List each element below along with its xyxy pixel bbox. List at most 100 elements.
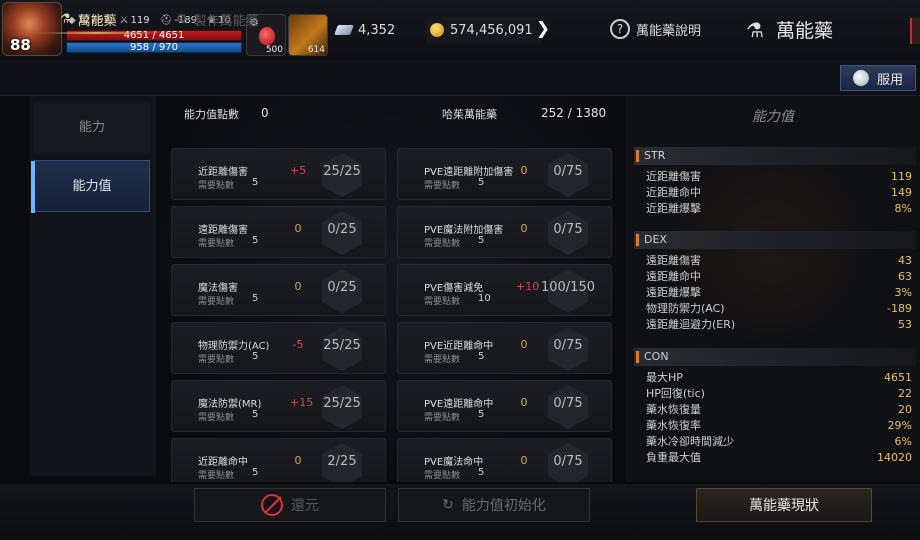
help-button[interactable]: ? 萬能藥說明 xyxy=(610,19,701,39)
stat-card[interactable]: 遠距離傷害 需要點數 5 0 0/25 xyxy=(171,206,386,258)
stat-row-value: 3% xyxy=(894,286,912,299)
gold-currency: 574,456,091 xyxy=(426,17,543,43)
stat-bonus: 0 xyxy=(520,454,528,467)
stat-row-value: 14020 xyxy=(877,451,912,464)
sidebar-item-label: 能力值 xyxy=(72,179,112,194)
gold-value: 574,456,091 xyxy=(450,22,533,38)
required-points-label: 需要點數 xyxy=(424,355,461,365)
restore-button[interactable]: 還元 xyxy=(194,488,386,522)
stat-card[interactable]: PVE近距離命中 需要點數 5 0 0/75 xyxy=(397,322,612,374)
required-points-value: 5 xyxy=(478,409,485,420)
craft-icon: ⚙ xyxy=(176,11,188,27)
stat-row-label: 遠距離爆擊 xyxy=(646,286,701,299)
stat-section: STR 近距離傷害 119 近距離命中 149 近距離爆擊 8% xyxy=(634,147,916,217)
sidebar-item-stats[interactable]: 能力值 xyxy=(31,160,150,213)
required-points-label: 需要點數 xyxy=(198,413,235,423)
stat-bonus: 0 xyxy=(520,222,528,235)
stat-card[interactable]: PVE遠距離命中 需要點數 5 0 0/75 xyxy=(397,380,612,432)
stat-row: HP回復(tic) 22 xyxy=(634,386,916,402)
required-points-label: 需要點數 xyxy=(198,471,235,481)
points-summary: 能力值點數 0 xyxy=(184,106,269,122)
stat-progress: 0/75 xyxy=(553,454,583,469)
stat-row: 遠距離爆擊 3% xyxy=(634,285,916,301)
elixir-summary: 哈茱萬能藥 252 / 1380 xyxy=(442,106,606,122)
stat-row-label: 藥水恢復量 xyxy=(646,403,701,416)
stat-row: 藥水恢復量 20 xyxy=(634,402,916,418)
stat-card[interactable]: 物理防禦力(AC) 需要點數 5 -5 25/25 xyxy=(171,322,386,374)
crystal-currency: 4,352 xyxy=(334,17,395,43)
elixir-value: 252 / 1380 xyxy=(541,106,607,120)
stat-row-value: 119 xyxy=(891,170,912,183)
stat-row: 藥水恢復率 29% xyxy=(634,418,916,434)
stat-row-value: 63 xyxy=(898,270,912,283)
stat-row: 近距離傷害 119 xyxy=(634,169,916,185)
stat-section-header: STR xyxy=(634,147,916,165)
stat-row-label: HP回復(tic) xyxy=(646,387,705,400)
stat-section-header: DEX xyxy=(634,231,916,249)
stat-name: PVE遠距離附加傷害 xyxy=(424,167,514,178)
active-tab-indicator xyxy=(36,32,158,34)
stat-row-value: 22 xyxy=(898,387,912,400)
sidebar: 能力 能力值 xyxy=(30,96,156,476)
stat-bonus: 0 xyxy=(294,280,302,293)
stat-progress: 0/75 xyxy=(553,164,583,179)
stat-card[interactable]: 魔法傷害 需要點數 5 0 0/25 xyxy=(171,264,386,316)
stat-progress: 0/25 xyxy=(327,280,357,295)
stat-card[interactable]: 魔法防禦(MR) 需要點數 5 +15 25/25 xyxy=(171,380,386,432)
stat-card[interactable]: 近距離傷害 需要點數 5 +5 25/25 xyxy=(171,148,386,200)
stat-card[interactable]: PVE傷害減免 需要點數 10 +10 100/150 xyxy=(397,264,612,316)
quick-slot-feather[interactable]: 614 xyxy=(288,14,328,56)
slot-count: 500 xyxy=(265,45,283,55)
stat-name: 魔法傷害 xyxy=(198,283,238,294)
stat-name: PVE傷害減免 xyxy=(424,283,484,294)
stat-progress: 0/75 xyxy=(553,396,583,411)
stat-name: 魔法防禦(MR) xyxy=(198,399,262,410)
required-points-value: 5 xyxy=(478,235,485,246)
stat-row: 負重最大值 14020 xyxy=(634,450,916,466)
stat-row: 遠距離迴避力(ER) 53 xyxy=(634,317,916,333)
points-label: 能力值點數 xyxy=(184,108,239,121)
stat-row: 藥水冷卻時間減少 6% xyxy=(634,434,916,450)
tab-craft-elixir[interactable]: ⚙ 製作萬能藥 xyxy=(176,6,259,32)
stat-bonus: -5 xyxy=(292,338,304,351)
reset-stats-button[interactable]: ↻ 能力值初始化 xyxy=(398,488,590,522)
tab-label: 萬能藥 xyxy=(77,13,117,29)
stat-row-label: 遠距離命中 xyxy=(646,270,701,283)
player-level: 88 xyxy=(10,36,31,54)
sidebar-item-ability[interactable]: 能力 xyxy=(34,102,150,154)
stat-card[interactable]: 近距離命中 需要點數 5 0 2/25 xyxy=(171,438,386,482)
chevron-right-icon[interactable]: ❯ xyxy=(530,17,556,43)
tab-elixir[interactable]: ⚗ 萬能藥 xyxy=(60,6,117,32)
stat-row-value: 20 xyxy=(898,403,912,416)
stat-name: PVE魔法附加傷害 xyxy=(424,225,504,236)
help-label: 萬能藥說明 xyxy=(636,23,702,39)
sword-icon: ⚔ xyxy=(119,15,129,26)
required-points-value: 5 xyxy=(478,177,485,188)
stat-progress: 0/75 xyxy=(553,222,583,237)
stat-bonus: 0 xyxy=(520,164,528,177)
stat-bonus: +5 xyxy=(290,164,307,177)
gold-coin-icon xyxy=(430,23,444,37)
required-points-value: 5 xyxy=(252,351,259,362)
stat-card[interactable]: PVE遠距離附加傷害 需要點數 5 0 0/75 xyxy=(397,148,612,200)
stat-bonus: 0 xyxy=(520,396,528,409)
close-button[interactable] xyxy=(910,18,920,44)
required-points-label: 需要點數 xyxy=(424,471,461,481)
red-potion-icon xyxy=(259,27,275,45)
stat-name: 物理防禦力(AC) xyxy=(198,341,270,352)
stat-card[interactable]: PVE魔法附加傷害 需要點數 5 0 0/75 xyxy=(397,206,612,258)
tab-label: 製作萬能藥 xyxy=(193,13,259,29)
stat-row-value: 53 xyxy=(898,318,912,331)
elixir-label: 哈茱萬能藥 xyxy=(442,108,497,121)
status-label: 萬能藥現狀 xyxy=(749,498,819,514)
tab-bar xyxy=(0,60,920,96)
use-button[interactable]: 服用 xyxy=(840,65,916,91)
stat-name: PVE魔法命中 xyxy=(424,457,484,468)
stat-progress: 25/25 xyxy=(323,396,361,411)
points-value: 0 xyxy=(261,106,269,120)
stat-progress: 2/25 xyxy=(327,454,357,469)
stat-card[interactable]: PVE魔法命中 需要點數 5 0 0/75 xyxy=(397,438,612,482)
elixir-status-button[interactable]: 萬能藥現狀 xyxy=(696,488,872,522)
disabled-icon xyxy=(261,494,283,516)
required-points-value: 5 xyxy=(252,235,259,246)
